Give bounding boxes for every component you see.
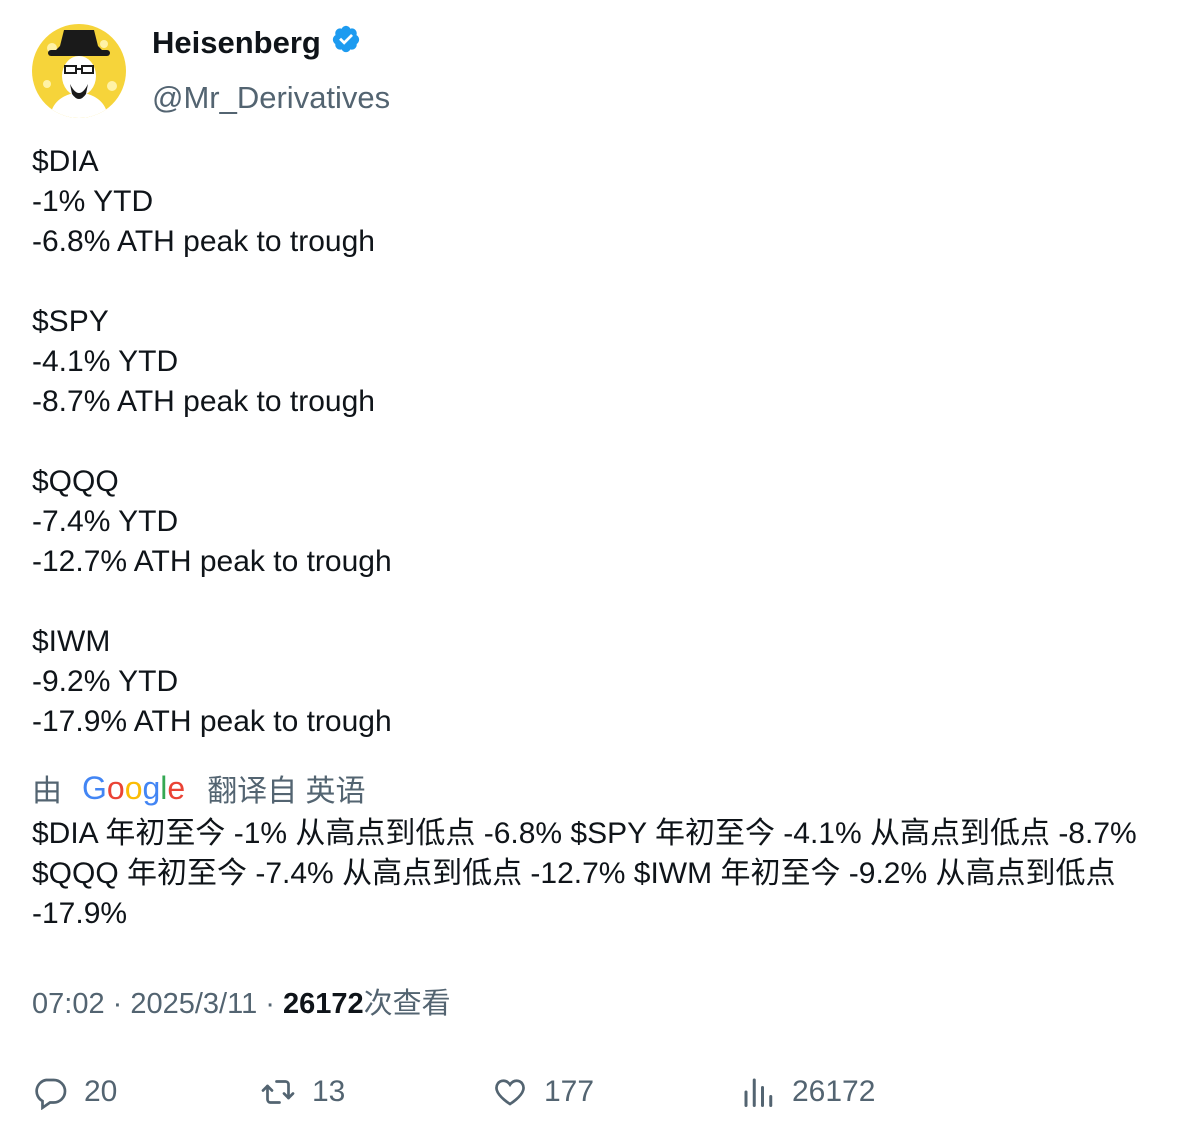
tweet-date[interactable]: 2025/3/11 <box>130 988 257 1020</box>
tweet-line[interactable]: $SPY <box>32 302 1162 342</box>
tweet-body: $DIA -1% YTD -6.8% ATH peak to trough $S… <box>32 142 1162 742</box>
tweet-line[interactable]: $QQQ <box>32 462 1162 502</box>
translation-attribution: 由 Google 翻译自 英语 <box>32 766 366 810</box>
verified-badge-icon <box>321 24 361 62</box>
tweet-line: -1% YTD <box>32 185 154 218</box>
view-count: 26172 <box>283 988 364 1020</box>
tweet-line: -4.1% YTD <box>32 345 179 378</box>
meta-separator: · <box>104 988 131 1020</box>
retweet-button[interactable]: 13 <box>260 1070 345 1114</box>
view-label: 次查看 <box>363 988 451 1020</box>
like-button[interactable]: 177 <box>492 1070 594 1114</box>
meta-separator: · <box>257 988 284 1020</box>
tweet-line: -9.2% YTD <box>32 665 179 698</box>
reply-count: 20 <box>84 1075 118 1108</box>
user-handle[interactable]: @Mr_Derivatives <box>152 80 390 116</box>
views-count: 26172 <box>792 1075 876 1108</box>
translated-text: $DIA 年初至今 -1% 从高点到低点 -6.8% $SPY 年初至今 -4.… <box>32 817 1137 930</box>
tweet-line: -8.7% ATH peak to trough <box>32 385 375 418</box>
tweet-line: -17.9% ATH peak to trough <box>32 705 392 738</box>
tweet-meta: 07:02 · 2025/3/11 · 26172次查看 <box>32 984 451 1024</box>
action-bar: 20 13 177 26172 <box>32 1070 1162 1114</box>
google-logo[interactable]: Google <box>82 770 185 807</box>
views-button[interactable]: 26172 <box>740 1070 875 1114</box>
tweet-line: -7.4% YTD <box>32 505 179 538</box>
tweet-line: -12.7% ATH peak to trough <box>32 545 392 578</box>
tweet-line: -6.8% ATH peak to trough <box>32 225 375 258</box>
avatar[interactable] <box>32 24 126 118</box>
display-name-text[interactable]: Heisenberg <box>152 25 321 61</box>
tweet-line[interactable]: $DIA <box>32 142 1162 182</box>
retweet-count: 13 <box>312 1075 346 1108</box>
tweet-time[interactable]: 07:02 <box>32 988 105 1020</box>
display-name[interactable]: Heisenberg <box>152 24 390 62</box>
tweet-line[interactable]: $IWM <box>32 622 1162 662</box>
tweet-header: Heisenberg @Mr_Derivatives <box>32 24 1162 124</box>
retweet-icon <box>261 1080 295 1104</box>
heart-icon <box>495 1079 525 1106</box>
translation-suffix[interactable]: 翻译自 英语 <box>207 766 365 810</box>
reply-icon <box>35 1078 67 1110</box>
reply-button[interactable]: 20 <box>32 1070 117 1114</box>
translation-prefix: 由 <box>32 775 62 808</box>
analytics-icon <box>744 1078 773 1107</box>
like-count: 177 <box>544 1075 595 1108</box>
